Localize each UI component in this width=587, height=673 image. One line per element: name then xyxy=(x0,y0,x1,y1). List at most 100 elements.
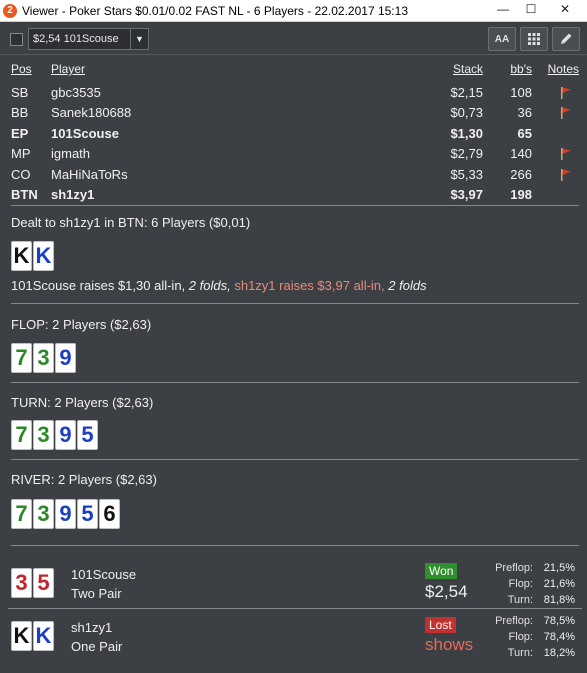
playing-card: 7 xyxy=(11,420,32,450)
stat-row: Turn: 18,2% xyxy=(483,645,575,661)
player-name: 101Scouse xyxy=(51,125,119,141)
result-player-name: 101Scouse xyxy=(71,567,137,582)
shows-label: shows xyxy=(425,635,474,654)
font-size-button[interactable]: AA xyxy=(488,27,516,51)
player-name: MaHiNaToRs xyxy=(51,166,128,182)
player-name: igmath xyxy=(51,146,91,161)
hand-select-dropdown[interactable]: $2,54 101Scouse ▼ xyxy=(28,28,149,50)
lost-badge: Lost xyxy=(425,617,456,633)
stat-value: 18,2% xyxy=(543,647,575,659)
select-checkbox[interactable] xyxy=(10,33,23,46)
chevron-down-icon[interactable]: ▼ xyxy=(130,29,148,49)
won-badge: Won xyxy=(425,563,458,579)
player-stack: $1,30 xyxy=(450,125,483,141)
hero-hole-cards: KK xyxy=(11,241,54,271)
stat-label: Flop: xyxy=(508,631,533,643)
header-player[interactable]: Player xyxy=(51,62,85,76)
stat-row: Flop: 78,4% xyxy=(483,629,575,645)
player-stack: $2,79 xyxy=(450,146,483,161)
playing-card: 9 xyxy=(55,420,76,450)
playing-card: 3 xyxy=(33,343,54,373)
player-bbs: 36 xyxy=(517,105,532,120)
stat-value: 78,4% xyxy=(543,631,575,643)
player-name: Sanek180688 xyxy=(51,105,132,120)
note-flag-icon[interactable] xyxy=(559,168,573,182)
equity-stats: Preflop: 78,5% Flop: 78,4% Turn: 18,2% xyxy=(483,613,575,661)
edit-button[interactable] xyxy=(552,27,580,51)
river-title: RIVER: 2 Players ($2,63) xyxy=(11,472,157,487)
grid-icon xyxy=(528,33,540,45)
stat-label: Flop: xyxy=(508,578,533,590)
close-button[interactable]: ✕ xyxy=(545,0,585,18)
player-position: EP xyxy=(11,125,29,141)
stat-value: 21,5% xyxy=(543,562,575,574)
note-flag-icon[interactable] xyxy=(559,106,573,120)
preflop-action-line: 101Scouse raises $1,30 all-in, 2 folds, … xyxy=(11,278,427,293)
stat-label: Turn: xyxy=(507,594,533,606)
playing-card: K xyxy=(11,621,32,651)
player-row[interactable]: EP 101Scouse $1,30 65 xyxy=(11,124,579,145)
playing-card: K xyxy=(33,241,54,271)
player-bbs: 65 xyxy=(517,125,532,141)
maximize-button[interactable]: ☐ xyxy=(517,0,545,18)
flop-cards: 739 xyxy=(11,343,76,373)
table-header: Pos Player Stack bb's Notes xyxy=(11,62,579,83)
result-player-name: sh1zy1 xyxy=(71,620,113,635)
player-stack: $0,73 xyxy=(450,105,483,120)
player-name: sh1zy1 xyxy=(51,187,95,202)
header-bbs[interactable]: bb's xyxy=(510,62,532,76)
player-row[interactable]: BB Sanek180688 $0,73 36 xyxy=(11,103,579,124)
player-stack: $5,33 xyxy=(450,166,483,182)
preflop-title: Dealt to sh1zy1 in BTN: 6 Players ($0,01… xyxy=(11,215,251,230)
note-flag-icon[interactable] xyxy=(559,147,573,161)
grid-button[interactable] xyxy=(520,27,548,51)
header-pos[interactable]: Pos xyxy=(11,62,32,76)
equity-stats: Preflop: 21,5% Flop: 21,6% Turn: 81,8% xyxy=(483,560,575,608)
stat-row: Preflop: 78,5% xyxy=(483,613,575,629)
turn-cards: 7395 xyxy=(11,420,98,450)
result-hand-rank: One Pair xyxy=(71,639,123,654)
player-bbs: 266 xyxy=(510,166,532,182)
divider xyxy=(11,459,579,460)
playing-card: 3 xyxy=(33,420,54,450)
playing-card: 9 xyxy=(55,499,76,529)
stat-row: Preflop: 21,5% xyxy=(483,560,575,576)
player-stack: $3,97 xyxy=(450,187,483,202)
action-hero-raise: sh1zy1 raises $3,97 all-in, xyxy=(234,278,385,293)
player-name: gbc3535 xyxy=(51,84,101,100)
player-row[interactable]: SB gbc3535 $2,15 108 xyxy=(11,83,579,104)
result-cards-player-2: KK xyxy=(11,621,54,651)
font-size-icon: AA xyxy=(494,33,510,45)
flop-title: FLOP: 2 Players ($2,63) xyxy=(11,317,152,332)
player-bbs: 108 xyxy=(510,84,532,100)
player-stack: $2,15 xyxy=(450,84,483,100)
playing-card: 5 xyxy=(33,568,54,598)
player-position: BTN xyxy=(11,187,38,202)
playing-card: K xyxy=(11,241,32,271)
minimize-button[interactable]: — xyxy=(489,0,517,18)
header-stack[interactable]: Stack xyxy=(453,62,483,76)
playing-card: 6 xyxy=(99,499,120,529)
divider xyxy=(11,545,579,546)
player-row[interactable]: MP igmath $2,79 140 xyxy=(11,144,579,165)
playing-card: 3 xyxy=(11,568,32,598)
note-flag-icon[interactable] xyxy=(559,86,573,100)
player-bbs: 198 xyxy=(510,187,532,202)
header-notes[interactable]: Notes xyxy=(548,62,579,76)
player-row[interactable]: BTN sh1zy1 $3,97 198 xyxy=(11,185,579,206)
pencil-icon xyxy=(561,33,572,44)
stat-value: 78,5% xyxy=(543,615,575,627)
playing-card: 9 xyxy=(55,343,76,373)
stat-row: Turn: 81,8% xyxy=(483,592,575,608)
river-cards: 73956 xyxy=(11,499,120,529)
hand-select-value: $2,54 101Scouse xyxy=(33,33,119,45)
player-position: BB xyxy=(11,105,29,120)
playing-card: K xyxy=(33,621,54,651)
player-row[interactable]: CO MaHiNaToRs $5,33 266 xyxy=(11,165,579,186)
title-bar: 2 Viewer - Poker Stars $0.01/0.02 FAST N… xyxy=(0,0,587,22)
action-folds-2: 2 folds xyxy=(388,278,427,293)
divider xyxy=(11,303,579,304)
playing-card: 5 xyxy=(77,420,98,450)
playing-card: 7 xyxy=(11,499,32,529)
players-table: Pos Player Stack bb's Notes SB gbc3535 $2,… xyxy=(11,62,579,206)
